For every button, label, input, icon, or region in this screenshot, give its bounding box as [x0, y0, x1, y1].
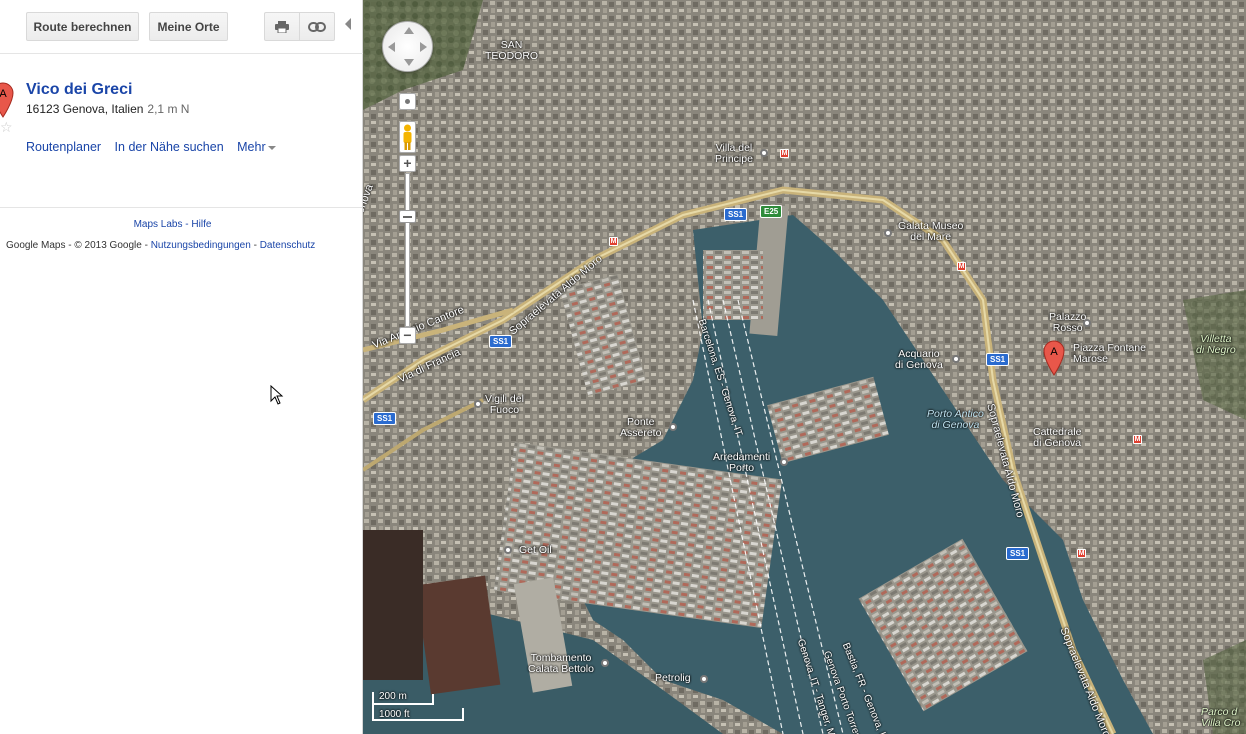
labs-separator: -	[185, 219, 189, 230]
chevron-down-icon	[267, 145, 276, 150]
satellite-map[interactable]: SAN TEODORO Villa del Principe Galata Mu…	[363, 0, 1246, 734]
help-link[interactable]: Hilfe	[191, 219, 211, 230]
pan-left-icon[interactable]	[388, 42, 395, 52]
terms-link[interactable]: Nutzungsbedingungen	[151, 240, 251, 251]
mouse-cursor-icon	[270, 385, 284, 405]
link-button[interactable]	[299, 12, 335, 41]
scale-imperial: 1000 ft	[379, 709, 410, 720]
street-view-pegman-icon[interactable]	[399, 121, 416, 153]
road-shield-ss1: SS1	[724, 208, 748, 221]
reset-view-button[interactable]	[399, 93, 416, 110]
map-marker-letter: A	[1050, 346, 1058, 358]
poi-icon[interactable]	[700, 675, 708, 683]
divider	[0, 207, 362, 208]
zoom-slider-thumb[interactable]	[399, 210, 416, 223]
result-marker-letter: A	[0, 88, 7, 100]
map-imagery	[363, 0, 1246, 734]
route-button[interactable]: Route berechnen	[26, 12, 139, 41]
result-marker-icon[interactable]: A	[0, 82, 14, 118]
toolbar: Route berechnen Meine Orte	[0, 0, 363, 54]
legal-footer: Google Maps - © 2013 Google - Nutzungsbe…	[6, 240, 315, 251]
zoom-in-button[interactable]: +	[399, 155, 416, 172]
metro-icon[interactable]: M	[957, 262, 966, 271]
label-piazza-fontane-marose: Piazza Fontane Marose	[1073, 342, 1146, 365]
print-button[interactable]	[264, 12, 300, 41]
road-shield-ss1: SS1	[1006, 547, 1030, 560]
poi-icon[interactable]	[601, 659, 609, 667]
label-petrolig: Petrolig	[655, 672, 691, 684]
privacy-separator: -	[253, 240, 257, 251]
label-arredamenti-porto: Arredamenti Porto	[713, 451, 771, 474]
pan-control[interactable]	[382, 21, 433, 72]
zoom-out-button[interactable]: −	[399, 327, 416, 344]
label-acquario: Acquario di Genova	[895, 348, 943, 371]
road-shield-e25: E25	[760, 205, 783, 218]
link-icon	[308, 21, 326, 32]
footer-copyright: - © 2013 Google	[68, 240, 142, 251]
result-actions: Routenplaner In der Nähe suchen Mehr	[26, 140, 286, 154]
result-distance: 2,1 m N	[147, 102, 190, 116]
map-marker-a-icon[interactable]: A	[1043, 340, 1065, 376]
privacy-link[interactable]: Datenschutz	[260, 240, 316, 251]
scale-bar: 200 m 1000 ft	[371, 690, 466, 725]
metro-icon[interactable]: M	[780, 149, 789, 158]
terms-separator: -	[144, 240, 148, 251]
footer-brand: Google Maps	[6, 240, 66, 251]
result-title[interactable]: Vico dei Greci	[26, 81, 132, 99]
result-address-text: 16123 Genova, Italien	[26, 102, 144, 116]
print-icon	[275, 20, 289, 33]
sidebar: Route berechnen Meine Orte A ☆ Vico dei …	[0, 0, 363, 734]
road-shield-ss1: SS1	[489, 335, 513, 348]
label-san-teodoro: SAN TEODORO	[485, 39, 539, 62]
label-villa-principe: Villa del Principe	[715, 142, 753, 165]
metro-icon[interactable]: M	[609, 237, 618, 246]
directions-link[interactable]: Routenplaner	[26, 140, 101, 154]
maps-labs-link[interactable]: Maps Labs	[134, 219, 183, 230]
zoom-slider[interactable]	[405, 173, 410, 327]
pan-up-icon[interactable]	[404, 27, 414, 34]
road-shield-ss1: SS1	[373, 412, 397, 425]
poi-icon[interactable]	[1083, 319, 1091, 327]
label-tombamento: Tombamento Calata Bettolo	[528, 652, 594, 675]
label-get-oil: Get Oil	[519, 544, 552, 556]
poi-icon[interactable]	[760, 149, 768, 157]
my-places-button[interactable]: Meine Orte	[149, 12, 228, 41]
poi-icon[interactable]	[780, 458, 788, 466]
label-villetta-di-negro: Villetta di Negro	[1196, 333, 1236, 356]
label-vigili-del-fuoco: Vigili del Fuoco	[485, 393, 524, 416]
scale-metric: 200 m	[379, 691, 407, 702]
poi-icon[interactable]	[474, 400, 482, 408]
label-ponte-assereto: Ponte Assereto	[620, 416, 662, 439]
metro-icon[interactable]: M	[1077, 549, 1086, 558]
label-palazzo-rosso: Palazzo Rosso	[1049, 311, 1087, 334]
pan-down-icon[interactable]	[404, 59, 414, 66]
labs-help-links: Maps Labs - Hilfe	[0, 219, 345, 230]
pegman-icon	[403, 124, 412, 150]
label-galata-museo: Galata Museo del Mare	[898, 220, 964, 243]
label-cattedrale: Cattedrale di Genova	[1033, 426, 1082, 449]
poi-icon[interactable]	[669, 423, 677, 431]
more-label: Mehr	[237, 140, 266, 154]
result-address: 16123 Genova, Italien 2,1 m N	[26, 102, 189, 116]
poi-icon[interactable]	[504, 546, 512, 554]
collapse-panel-icon[interactable]	[345, 18, 351, 30]
pan-right-icon[interactable]	[420, 42, 427, 52]
search-nearby-link[interactable]: In der Nähe suchen	[115, 140, 224, 154]
road-shield-ss1: SS1	[986, 353, 1010, 366]
poi-icon[interactable]	[884, 229, 892, 237]
star-icon[interactable]: ☆	[0, 120, 13, 134]
label-parco-villa-croce: Parco d Villa Cro	[1201, 706, 1241, 729]
more-link[interactable]: Mehr	[237, 140, 276, 154]
label-porto-antico: Porto Antico di Genova	[927, 408, 984, 431]
poi-icon[interactable]	[952, 355, 960, 363]
metro-icon[interactable]: M	[1133, 435, 1142, 444]
